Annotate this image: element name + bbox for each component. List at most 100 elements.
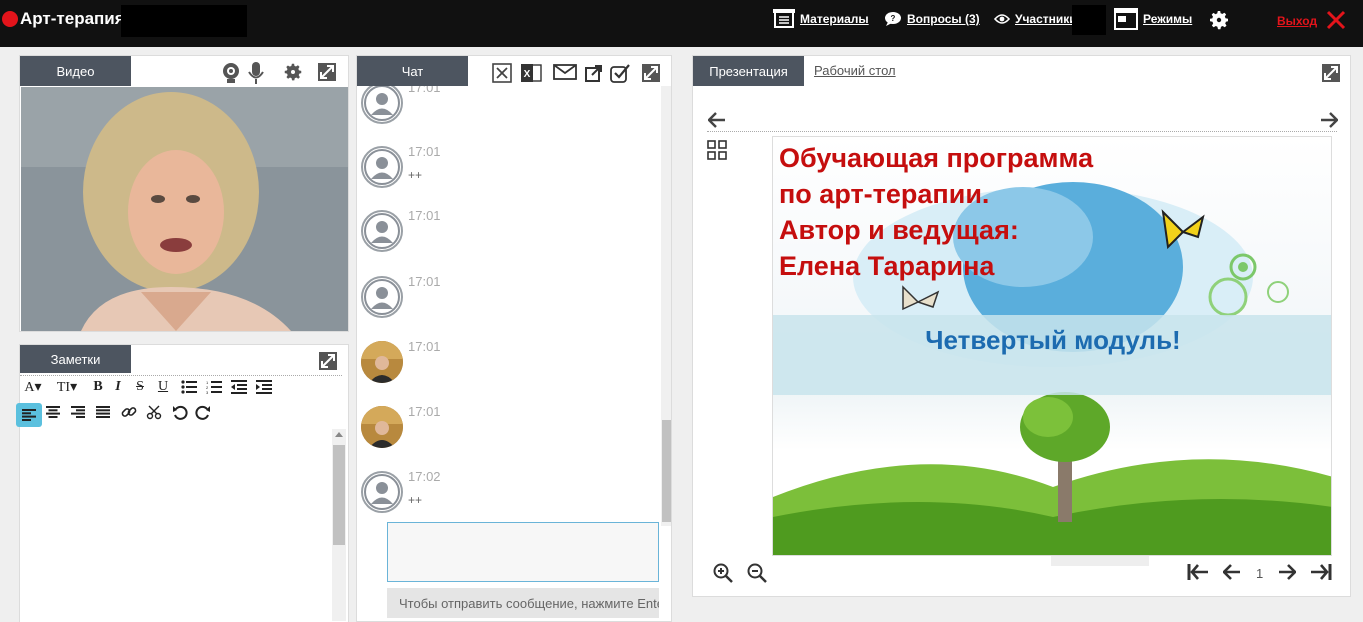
presenter-video-image [21,87,348,331]
align-left-icon [22,409,36,421]
tab-desktop[interactable]: Рабочий стол [814,63,896,78]
tab-chat[interactable]: Чат [357,56,468,86]
checkbox-icon[interactable] [610,63,630,83]
align-center-icon[interactable] [46,406,60,418]
font-size-button[interactable]: TI▾ [52,377,82,397]
strikethrough-button[interactable]: S [131,377,149,397]
tab-video[interactable]: Видео [20,56,131,86]
message-time: 17:01 [408,86,441,95]
message-time: 17:01 [408,339,441,354]
notes-editor[interactable] [20,429,332,622]
svg-text:?: ? [891,14,896,23]
slide-line-3: Автор и ведущая: [779,215,1019,245]
webcam-icon[interactable] [222,62,240,84]
nav-participants[interactable]: Участники [994,8,1077,30]
nav-materials[interactable]: Материалы [773,8,869,30]
align-justify-icon[interactable] [96,406,110,418]
nav-questions-label: Вопросы (3) [907,12,980,26]
settings-gear-icon[interactable] [1207,8,1231,32]
presentation-expand-icon[interactable] [1321,63,1341,83]
email-icon[interactable] [553,64,577,80]
top-bar: Арт-терапия Материалы ? Вопросы (3) Учас… [0,0,1363,47]
materials-icon [773,9,795,28]
message-time: 17:01 [408,404,441,419]
exit-link[interactable]: Выход [1277,14,1317,28]
thumbnails-grid-icon[interactable] [707,140,727,160]
align-right-icon[interactable] [71,406,85,418]
eye-icon [994,14,1010,24]
tab-presentation[interactable]: Презентация [693,56,804,86]
popout-icon[interactable] [585,64,603,82]
default-avatar-icon [361,471,403,513]
send-hint: Чтобы отправить сообщение, нажмите Enter [387,588,659,618]
chat-scrollbar[interactable] [661,86,671,526]
default-avatar-icon [361,210,403,252]
chat-expand-icon[interactable] [641,63,661,83]
svg-text:3: 3 [206,390,209,394]
message-time: 17:02 [408,469,441,484]
font-family-button[interactable]: A▾ [22,377,44,397]
message-time: 17:01 [408,144,441,159]
indent-icon[interactable] [256,380,272,394]
chat-panel: Чат X 17:01 17:01 ++ 17:01 17:01 17:01 1… [356,55,672,622]
align-left-button[interactable] [16,403,42,427]
nav-modes[interactable]: Режимы [1114,8,1192,30]
slide-line-2: по арт-терапии. [779,179,990,209]
outdent-icon[interactable] [231,380,247,394]
video-panel: Видео [19,55,349,332]
italic-button[interactable]: I [109,377,127,397]
notes-divider [20,375,342,376]
underline-button[interactable]: U [154,377,172,397]
redacted-box [121,5,247,37]
first-page-icon[interactable] [1187,563,1209,581]
recording-indicator-icon [2,11,18,27]
excel-export-icon[interactable]: X [520,62,542,84]
chat-message: 17:01 [357,86,657,142]
user-photo-avatar [361,406,403,448]
bold-button[interactable]: B [89,377,107,397]
notes-scrollbar-thumb[interactable] [333,445,345,545]
slide-line-1: Обучающая программа [779,143,1094,173]
next-arrow-icon[interactable] [1320,112,1338,128]
numbered-list-icon[interactable]: 123 [206,380,222,394]
undo-icon[interactable] [172,404,188,420]
bullet-list-icon[interactable] [181,380,197,394]
slide: Обучающая программа по арт-терапии. Авто… [772,136,1332,556]
tab-notes[interactable]: Заметки [20,345,131,373]
prev-arrow-icon[interactable] [708,112,726,128]
message-time: 17:01 [408,208,441,223]
redo-icon[interactable] [195,404,211,420]
zoom-in-icon[interactable] [713,563,733,583]
unlink-icon[interactable] [146,404,162,420]
chat-scrollbar-thumb[interactable] [662,420,671,522]
microphone-icon[interactable] [248,61,264,85]
nav-questions[interactable]: ? Вопросы (3) [884,8,980,30]
message-time: 17:01 [408,274,441,289]
expand-icon[interactable] [317,62,337,82]
video-settings-gear-icon[interactable] [282,61,304,83]
slide-nav-divider [707,131,1337,132]
close-icon[interactable] [1325,9,1347,31]
svg-text:X: X [524,69,531,80]
user-photo-avatar [361,341,403,383]
video-feed [21,87,348,331]
last-page-icon[interactable] [1310,563,1332,581]
chat-message: 17:01 [357,208,657,270]
prev-page-icon[interactable] [1223,564,1241,580]
notes-scrollbar[interactable] [332,429,346,621]
message-text: ++ [408,493,423,507]
default-avatar-icon [361,146,403,188]
clear-chat-icon[interactable] [492,63,512,83]
app-title: Арт-терапия [20,9,125,28]
slide-bottom-bar [1051,556,1149,566]
slide-line-4: Елена Тарарина [779,251,995,281]
chat-message-input[interactable] [387,522,659,582]
next-page-icon[interactable] [1278,564,1296,580]
presentation-panel: Презентация Рабочий стол Обучающая прогр… [692,55,1351,597]
zoom-out-icon[interactable] [747,563,767,583]
link-icon[interactable] [121,404,137,420]
send-hint-text: Чтобы отправить сообщение, нажмите Enter [399,596,659,611]
chat-message: 17:01 ++ [357,144,657,206]
speech-bubble-icon: ? [885,12,901,26]
notes-expand-icon[interactable] [318,351,338,371]
